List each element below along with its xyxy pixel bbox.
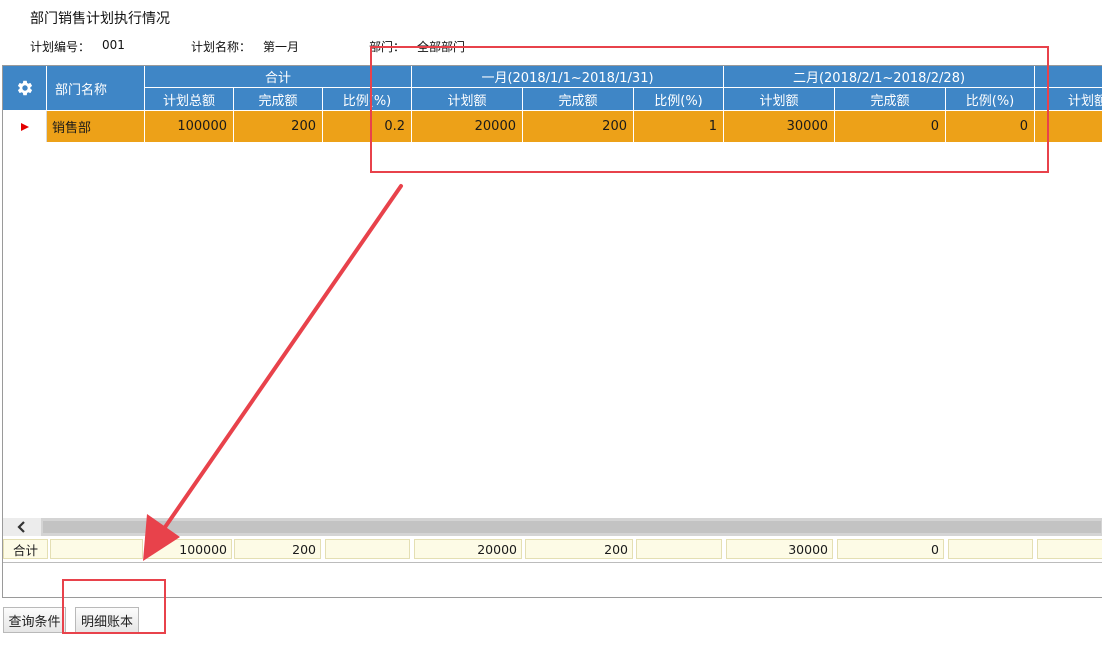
dept-value: 全部部门 bbox=[417, 40, 466, 54]
plan-no-value: 001 bbox=[102, 38, 125, 52]
footer-dept bbox=[50, 539, 143, 559]
scroll-thumb[interactable] bbox=[43, 521, 1101, 533]
cell-jan-plan[interactable]: 20000 bbox=[412, 111, 523, 142]
grid-settings-button[interactable] bbox=[3, 66, 47, 111]
plan-name-value: 第一月 bbox=[263, 40, 300, 54]
row-indicator[interactable] bbox=[3, 111, 47, 142]
footer-label: 合计 bbox=[3, 539, 48, 559]
footer-feb-done: 0 bbox=[837, 539, 944, 559]
cell-total-ratio[interactable]: 0.2 bbox=[323, 111, 412, 142]
group-header-feb: 二月(2018/2/1~2018/2/28) bbox=[724, 66, 1035, 88]
col-header-dept[interactable]: 部门名称 bbox=[47, 66, 145, 111]
horizontal-scrollbar[interactable] bbox=[3, 518, 1102, 536]
footer-jan-plan: 20000 bbox=[414, 539, 522, 559]
data-grid: 部门名称 合计 一月(2018/1/1~2018/1/31) 二月(2018/2… bbox=[2, 65, 1102, 598]
footer-feb-ratio bbox=[948, 539, 1033, 559]
footer-totals-row: 合计 100000 200 20000 200 30000 0 bbox=[3, 539, 1102, 559]
cell-feb-done[interactable]: 0 bbox=[835, 111, 946, 142]
col-header-total-ratio[interactable]: 比例(%) bbox=[323, 88, 412, 111]
col-header-feb-plan[interactable]: 计划额 bbox=[724, 88, 835, 111]
group-header-jan: 一月(2018/1/1~2018/1/31) bbox=[412, 66, 724, 88]
plan-no-label: 计划编号： bbox=[30, 40, 91, 54]
footer-total-done: 200 bbox=[234, 539, 321, 559]
current-row-arrow-icon bbox=[20, 122, 29, 131]
detail-ledger-button[interactable]: 明细账本 bbox=[75, 607, 139, 633]
cell-jan-done[interactable]: 200 bbox=[523, 111, 634, 142]
footer-feb-plan: 30000 bbox=[726, 539, 833, 559]
cell-total-plan[interactable]: 100000 bbox=[145, 111, 234, 142]
cell-jan-ratio[interactable]: 1 bbox=[634, 111, 724, 142]
cell-mar-plan[interactable] bbox=[1035, 111, 1102, 142]
footer-jan-done: 200 bbox=[525, 539, 633, 559]
footer-total-ratio bbox=[325, 539, 410, 559]
footer-jan-ratio bbox=[636, 539, 722, 559]
col-header-mar-plan[interactable]: 计划额 bbox=[1035, 88, 1102, 111]
footer-divider bbox=[3, 562, 1102, 563]
page-title: 部门销售计划执行情况 bbox=[30, 11, 170, 27]
cell-feb-plan[interactable]: 30000 bbox=[724, 111, 835, 142]
group-header-mar bbox=[1035, 66, 1102, 88]
col-header-jan-plan[interactable]: 计划额 bbox=[412, 88, 523, 111]
col-header-total-plan[interactable]: 计划总额 bbox=[145, 88, 234, 111]
cell-total-done[interactable]: 200 bbox=[234, 111, 323, 142]
dept-label: 部门： bbox=[369, 40, 406, 54]
gear-icon bbox=[17, 80, 32, 96]
footer-total-plan: 100000 bbox=[145, 539, 232, 559]
col-header-jan-ratio[interactable]: 比例(%) bbox=[634, 88, 724, 111]
cell-dept[interactable]: 销售部 bbox=[47, 111, 145, 142]
cell-feb-ratio[interactable]: 0 bbox=[946, 111, 1035, 142]
plan-name-label: 计划名称： bbox=[191, 40, 252, 54]
col-header-total-done[interactable]: 完成额 bbox=[234, 88, 323, 111]
scroll-left-button[interactable] bbox=[3, 518, 41, 536]
plan-info-row: 计划编号： 001 计划名称： 第一月 部门： 全部部门 bbox=[0, 38, 1102, 56]
col-header-jan-done[interactable]: 完成额 bbox=[523, 88, 634, 111]
group-header-total: 合计 bbox=[145, 66, 412, 88]
query-conditions-button[interactable]: 查询条件 bbox=[3, 607, 66, 633]
footer-mar-plan bbox=[1037, 539, 1102, 559]
chevron-left-icon bbox=[17, 521, 25, 533]
col-header-feb-ratio[interactable]: 比例(%) bbox=[946, 88, 1035, 111]
col-header-feb-done[interactable]: 完成额 bbox=[835, 88, 946, 111]
